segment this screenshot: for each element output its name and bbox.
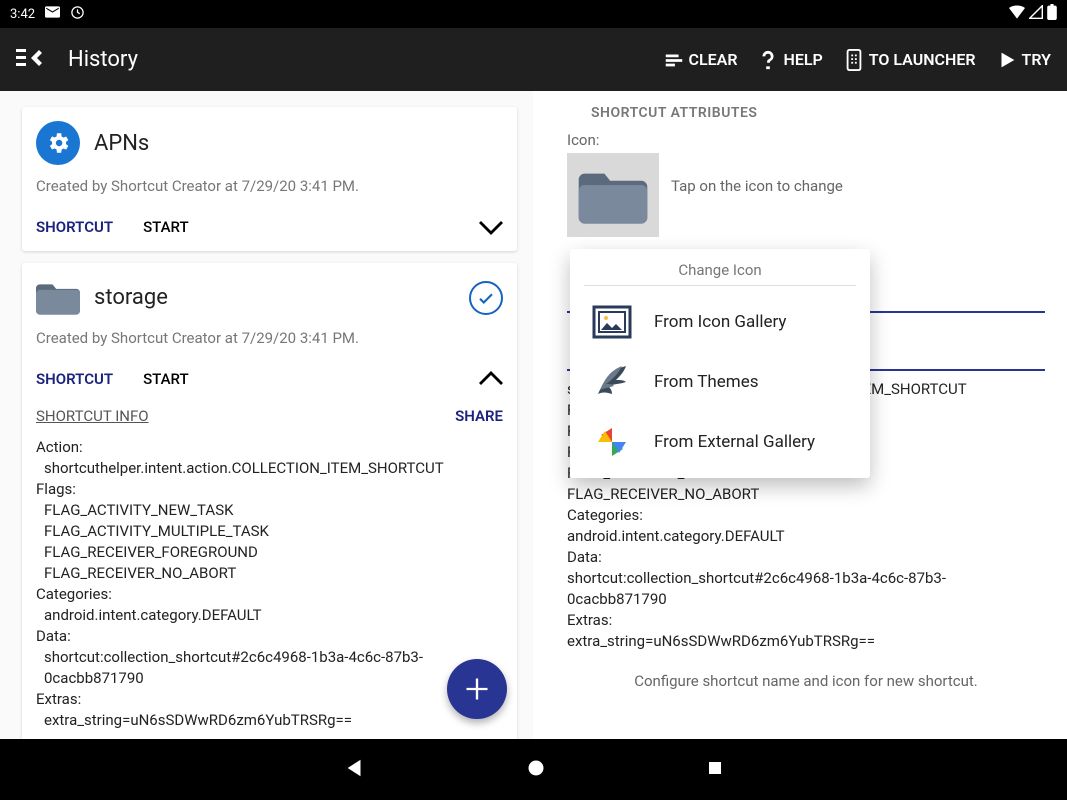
card-title: storage: [94, 285, 168, 310]
change-icon-popup: Change Icon From Icon Gallery From Theme…: [570, 249, 870, 478]
launcher-label: TO LAUNCHER: [869, 50, 976, 69]
shortcut-details: Action: shortcuthelper.intent.action.COL…: [36, 437, 503, 731]
status-time: 3:42: [10, 7, 35, 22]
update-icon: [70, 5, 85, 24]
status-bar: 3:42: [0, 0, 1067, 28]
popup-item-themes[interactable]: From Themes: [570, 352, 870, 412]
collapse-icon[interactable]: [479, 365, 503, 393]
footer-hint: Configure shortcut name and icon for new…: [567, 672, 1045, 690]
app-bar: History CLEAR HELP TO LAUNCHER TRY: [0, 28, 1067, 91]
settings-icon: [36, 121, 80, 165]
signal-icon: [1029, 5, 1043, 23]
popup-item-label: From Themes: [654, 372, 758, 392]
nav-home[interactable]: [526, 758, 546, 782]
attributes-header: SHORTCUT ATTRIBUTES: [591, 105, 1045, 121]
help-label: HELP: [783, 50, 822, 69]
nav-recent[interactable]: [706, 759, 724, 781]
clear-label: CLEAR: [689, 50, 738, 69]
fab-add[interactable]: [447, 659, 507, 719]
battery-icon: [1047, 4, 1057, 24]
folder-icon: [36, 277, 80, 317]
help-button[interactable]: HELP: [757, 49, 822, 71]
themes-icon: [592, 364, 632, 400]
icon-hint: Tap on the icon to change: [671, 149, 1045, 195]
back-icon[interactable]: [16, 46, 44, 74]
popup-item-gallery[interactable]: From Icon Gallery: [570, 292, 870, 352]
share-button[interactable]: SHARE: [455, 407, 503, 425]
card-subtitle: Created by Shortcut Creator at 7/29/20 3…: [36, 177, 503, 195]
shortcut-button[interactable]: SHORTCUT: [36, 218, 113, 236]
start-button[interactable]: START: [143, 218, 189, 236]
popup-title: Change Icon: [570, 259, 870, 285]
card-subtitle: Created by Shortcut Creator at 7/29/20 3…: [36, 329, 503, 347]
shortcut-button[interactable]: SHORTCUT: [36, 370, 113, 388]
history-card-apn[interactable]: APNs Created by Shortcut Creator at 7/29…: [22, 107, 517, 251]
divider: [584, 285, 856, 286]
clear-button[interactable]: CLEAR: [663, 49, 738, 71]
nav-back[interactable]: [344, 757, 366, 783]
gallery-frame-icon: [592, 304, 632, 340]
popup-item-label: From External Gallery: [654, 432, 815, 452]
page-title: History: [68, 47, 138, 72]
shortcut-info-label[interactable]: SHORTCUT INFO: [36, 407, 149, 425]
selected-check-icon[interactable]: [469, 281, 503, 315]
card-title: APNs: [94, 131, 149, 156]
launcher-button[interactable]: TO LAUNCHER: [843, 49, 976, 71]
try-label: TRY: [1022, 50, 1051, 69]
start-button[interactable]: START: [143, 370, 189, 388]
expand-icon[interactable]: [479, 213, 503, 241]
icon-label: Icon:: [567, 131, 1045, 149]
wifi-icon: [1009, 5, 1025, 23]
photos-icon: [592, 424, 632, 460]
icon-preview[interactable]: [567, 153, 659, 237]
popup-item-label: From Icon Gallery: [654, 312, 786, 332]
android-nav-bar: [0, 739, 1067, 800]
history-card-storage[interactable]: storage Created by Shortcut Creator at 7…: [22, 263, 517, 739]
try-button[interactable]: TRY: [996, 49, 1051, 71]
popup-item-external[interactable]: From External Gallery: [570, 412, 870, 472]
mail-icon: [45, 6, 60, 22]
history-list: APNs Created by Shortcut Creator at 7/29…: [0, 91, 533, 739]
